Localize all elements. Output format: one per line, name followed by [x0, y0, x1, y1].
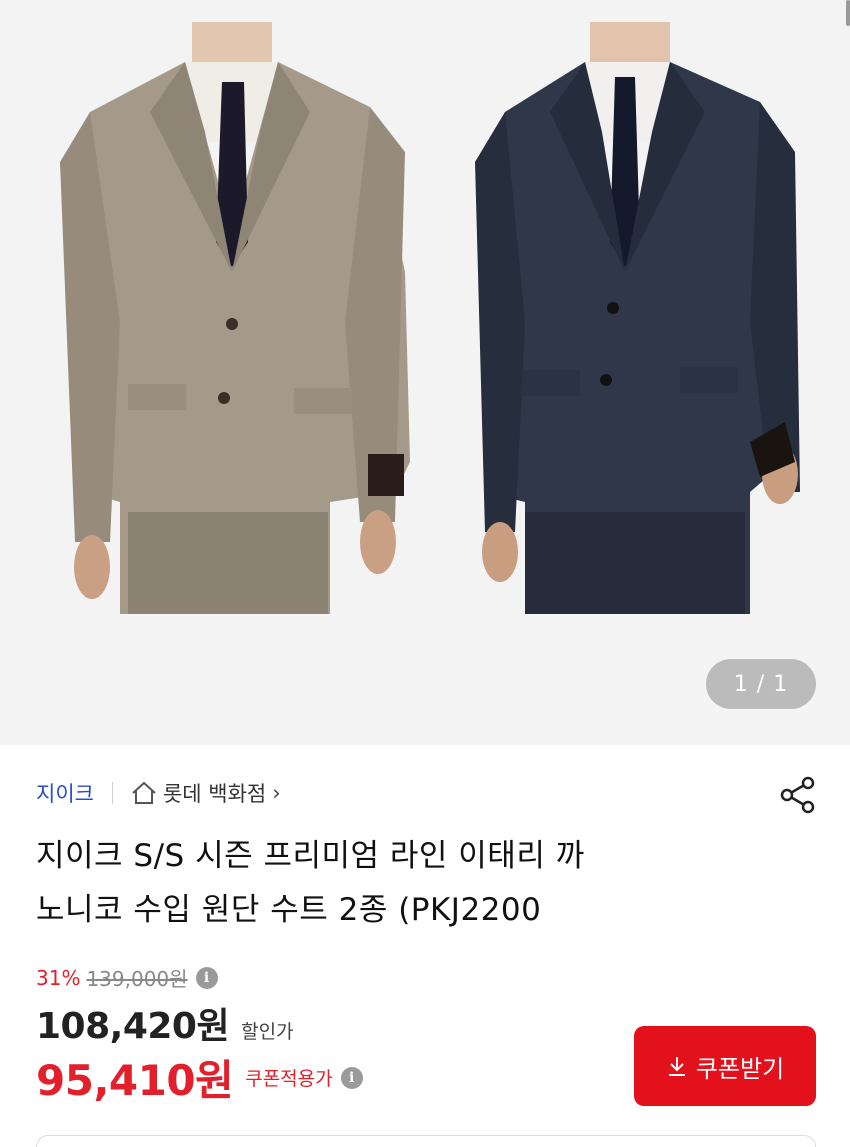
original-price: 139,000원 [86, 967, 188, 991]
home-icon [132, 781, 156, 804]
get-coupon-label: 쿠폰받기 [695, 1055, 785, 1083]
image-page-indicator: 1 / 1 [706, 659, 816, 709]
discount-rate: 31% [36, 965, 81, 990]
product-photo[interactable] [0, 22, 850, 614]
product-info-section: 지이크 롯데 백화점 › 지이크 S/S 시즌 프리미엄 라인 이태리 까 노니… [0, 745, 850, 1147]
navy-suit-photo [430, 22, 850, 614]
scrollbar-thumb[interactable] [846, 0, 850, 26]
store-name: 롯데 백화점 [162, 782, 267, 806]
brand-link[interactable]: 지이크 [36, 778, 94, 808]
sale-price-label: 할인가 [241, 1021, 294, 1043]
brand-store-row: 지이크 롯데 백화점 › [36, 777, 281, 809]
product-title-line-2: 노니코 수입 원단 수트 2종 (PKJ2200 [36, 892, 542, 928]
sale-price-row: 108,420원 할인가 [36, 997, 294, 1049]
share-icon[interactable] [778, 775, 818, 815]
sale-price: 108,420원 [36, 1006, 230, 1047]
divider [111, 782, 113, 804]
chevron-right-icon: › [272, 781, 281, 805]
coupon-price-row: 95,410원 쿠폰적용가 i [36, 1047, 363, 1108]
coupon-price-label: 쿠폰적용가 [245, 1068, 333, 1090]
download-icon [668, 1057, 685, 1076]
discount-row: 31% 139,000원 i [36, 963, 218, 992]
product-title: 지이크 S/S 시즌 프리미엄 라인 이태리 까 노니코 수입 원단 수트 2종… [36, 829, 796, 937]
product-image-gallery[interactable]: 1 / 1 [0, 0, 850, 745]
product-title-line-1: 지이크 S/S 시즌 프리미엄 라인 이태리 까 [36, 838, 585, 874]
coupon-price: 95,410원 [36, 1056, 234, 1105]
next-section-edge [36, 1135, 816, 1147]
store-link[interactable]: 롯데 백화점 › [131, 778, 281, 808]
get-coupon-button[interactable]: 쿠폰받기 [634, 1026, 816, 1106]
info-icon[interactable]: i [195, 966, 218, 989]
info-icon[interactable]: i [340, 1066, 363, 1089]
beige-suit-photo [0, 22, 430, 614]
